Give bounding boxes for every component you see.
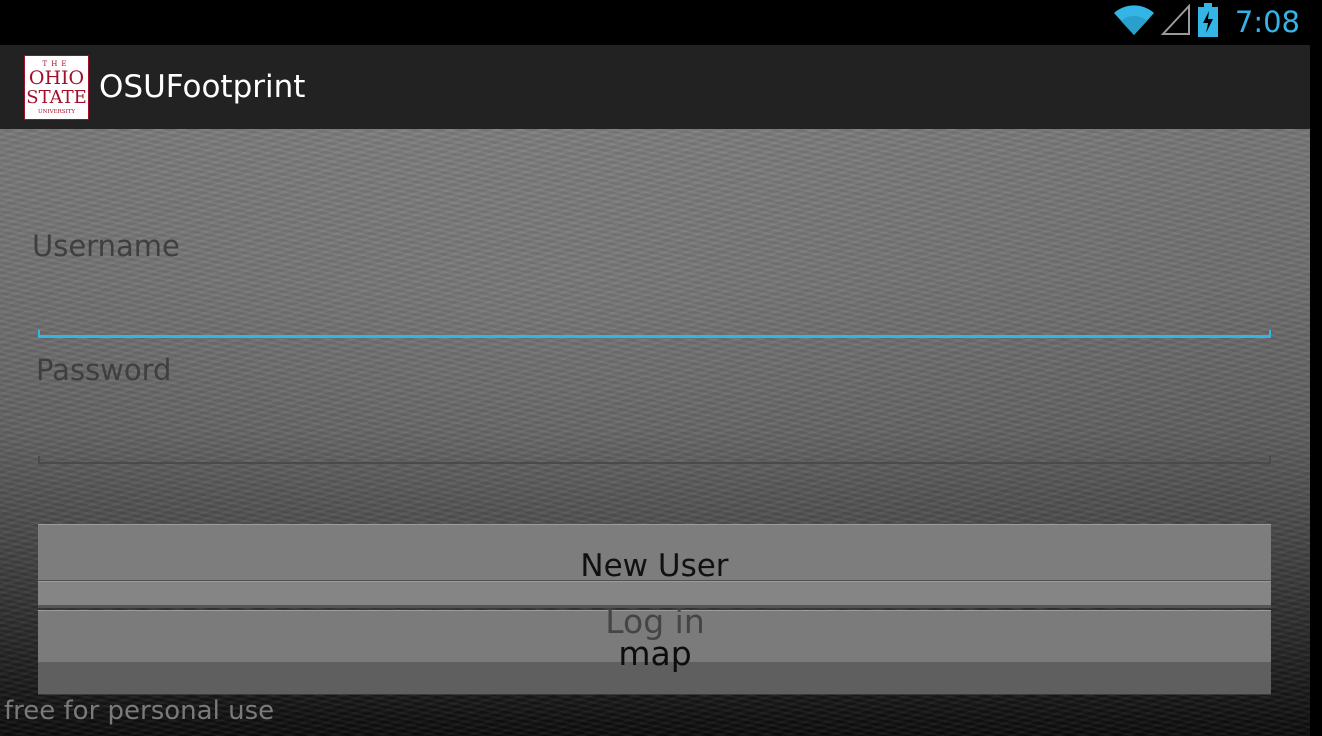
status-time: 7:08 — [1234, 5, 1300, 39]
password-underline — [38, 456, 1271, 464]
action-bar: THE OHIO STATE UNIVERSITY OSUFootprint — [0, 45, 1310, 129]
svg-text:UNIVERSITY: UNIVERSITY — [38, 109, 75, 115]
map-button-label: map — [618, 634, 692, 673]
username-label: Username — [32, 229, 180, 263]
password-label: Password — [36, 353, 172, 387]
password-input[interactable] — [40, 403, 1273, 455]
svg-text:STATE: STATE — [26, 87, 87, 108]
login-content: Username Password New User Log in map fr… — [0, 129, 1310, 736]
battery-charging-icon — [1197, 3, 1219, 41]
status-bar: 7:08 — [0, 0, 1322, 45]
wifi-icon — [1113, 3, 1155, 41]
right-edge — [1310, 45, 1322, 736]
username-underline — [38, 330, 1271, 338]
app-title: OSUFootprint — [99, 69, 306, 105]
signal-icon — [1160, 3, 1191, 40]
footer-note: free for personal use — [4, 696, 275, 726]
svg-text:OHIO: OHIO — [29, 67, 84, 89]
new-user-button[interactable]: New User — [38, 524, 1271, 584]
app-screen: 7:08 THE OHIO STATE UNIVERSITY OSUFootpr… — [0, 0, 1322, 736]
username-input[interactable] — [40, 279, 1273, 331]
new-user-button-label: New User — [580, 548, 729, 584]
status-icons: 7:08 — [1113, 3, 1300, 41]
ohio-state-logo: THE OHIO STATE UNIVERSITY — [24, 55, 89, 120]
